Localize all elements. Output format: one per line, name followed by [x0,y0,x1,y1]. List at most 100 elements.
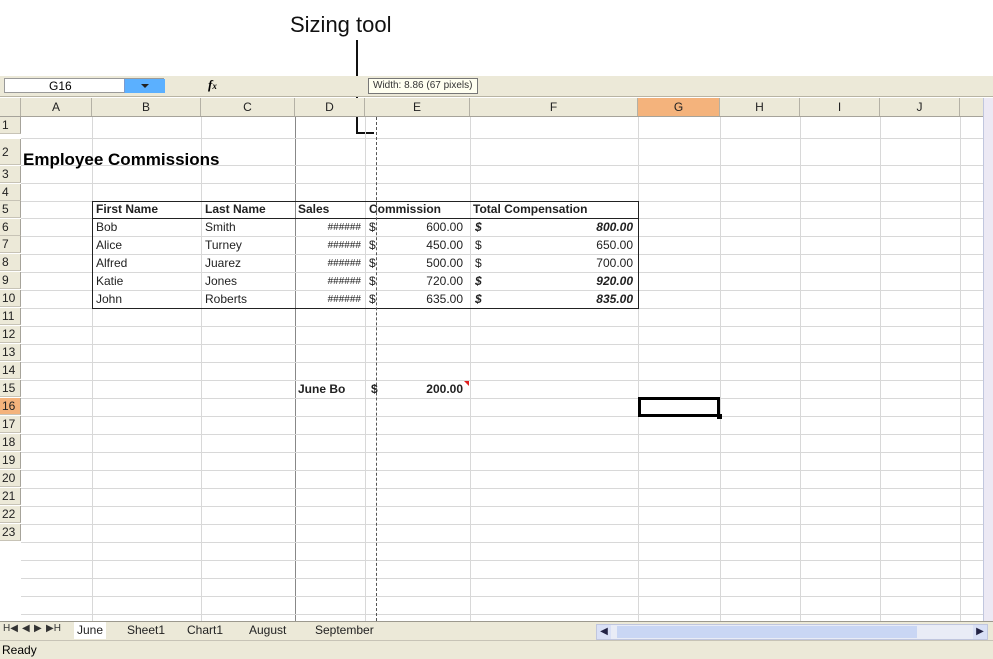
column-header-e[interactable]: E [365,98,470,116]
cell-sales: ###### [327,240,361,251]
status-text: Ready [2,643,37,657]
cell-commission-currency: $ [369,292,376,306]
bonus-label: June Bo [298,382,346,396]
row-header[interactable]: 19 [0,452,21,469]
fx-icon[interactable]: fx [208,77,217,93]
header-total-compensation: Total Compensation [473,202,588,216]
cell-sales: ###### [327,258,361,269]
cell-last-name: Roberts [205,292,248,306]
cell-commission-currency: $ [369,220,376,234]
row-header[interactable]: 22 [0,506,21,523]
cell-total: 800.00 [596,220,633,234]
column-header-b[interactable]: B [92,98,201,116]
scroll-left-icon[interactable]: ◀ [597,625,611,639]
tab-sheet1[interactable]: Sheet1 [124,622,168,639]
cell-total: 700.00 [596,256,633,270]
row-header[interactable]: 18 [0,434,21,451]
row-header[interactable]: 9 [0,272,21,289]
sheet-title: Employee Commissions [23,150,220,169]
name-box-dropdown-icon[interactable] [124,79,165,93]
row-header[interactable]: 7 [0,236,21,253]
cell-total: 920.00 [596,274,633,288]
cell-commission-currency: $ [369,274,376,288]
row-header-selected[interactable]: 16 [0,398,21,415]
row-header[interactable]: 13 [0,344,21,361]
sizing-tool-guide-line [376,117,377,621]
vertical-scrollbar[interactable] [983,98,993,621]
cell-last-name: Juarez [205,256,242,270]
row-header[interactable]: 14 [0,362,21,379]
cell-last-name: Jones [205,274,238,288]
cell-total-currency: $ [475,274,482,288]
prev-sheet-icon[interactable]: ◀ [22,623,30,634]
cell-sales: ###### [327,276,361,287]
name-box-value: G16 [49,79,72,93]
sheet-tab-bar: H◀ ◀ ▶ ▶H June Sheet1 Chart1 August Sept… [0,621,993,640]
cell-commission: 450.00 [426,238,463,252]
column-headers: A B C D E F G H I J [0,98,993,117]
horizontal-scrollbar[interactable]: ◀ ▶ [596,624,988,640]
bonus-value: 200.00 [426,382,463,396]
tab-chart1[interactable]: Chart1 [184,622,226,639]
formula-bar: G16 fx Width: 8.86 (67 pixels) [0,76,993,97]
column-header-d[interactable]: D [295,98,365,116]
row-header[interactable]: 1 [0,117,21,134]
horizontal-scroll-thumb[interactable] [617,626,917,638]
cell-commission: 600.00 [426,220,463,234]
first-sheet-icon[interactable]: H◀ [3,623,18,634]
header-commission: Commission [369,202,442,216]
row-header[interactable]: 10 [0,290,21,307]
fill-handle[interactable] [717,414,722,419]
cell-total-currency: $ [475,292,482,306]
tab-august[interactable]: August [246,622,289,639]
tab-september[interactable]: September [312,622,377,639]
cell-first-name: Alfred [96,256,128,270]
row-header[interactable]: 3 [0,166,21,183]
status-bar: Ready [0,640,993,659]
scroll-right-icon[interactable]: ▶ [973,625,987,639]
row-header[interactable]: 11 [0,308,21,325]
row-header[interactable]: 6 [0,219,21,236]
row-header[interactable]: 4 [0,184,21,201]
cell-total-currency: $ [475,220,482,234]
column-header-f[interactable]: F [470,98,638,116]
row-header[interactable]: 2 [0,139,21,165]
column-header-h[interactable]: H [720,98,800,116]
column-header-g[interactable]: G [638,98,720,116]
sizing-tool-callout: Sizing tool [290,12,392,37]
header-sales: Sales [298,202,330,216]
cell-commission: 720.00 [426,274,463,288]
column-header-i[interactable]: I [800,98,880,116]
cell-first-name: Alice [96,238,123,252]
column-width-tooltip: Width: 8.86 (67 pixels) [368,78,478,94]
row-header[interactable]: 21 [0,488,21,505]
comment-indicator-icon[interactable] [464,381,469,386]
cell-commission: 635.00 [426,292,463,306]
row-header[interactable]: 5 [0,201,21,218]
cell-last-name: Turney [205,238,242,252]
header-first-name: First Name [96,202,159,216]
row-header[interactable]: 8 [0,254,21,271]
row-header[interactable]: 20 [0,470,21,487]
cell-last-name: Smith [205,220,236,234]
active-cell-selection[interactable] [638,397,720,417]
cell-total: 650.00 [596,238,633,252]
next-sheet-icon[interactable]: ▶ [34,623,42,634]
last-sheet-icon[interactable]: ▶H [46,623,61,634]
cell-first-name: Katie [96,274,124,288]
cell-commission-currency: $ [369,238,376,252]
cell-commission-currency: $ [369,256,376,270]
column-header-c[interactable]: C [201,98,295,116]
cell-total: 835.00 [596,292,633,306]
tab-june[interactable]: June [74,622,107,639]
cell-sales: ###### [327,294,361,305]
row-header[interactable]: 15 [0,380,21,397]
column-header-j[interactable]: J [880,98,960,116]
row-header[interactable]: 17 [0,416,21,433]
row-header[interactable]: 12 [0,326,21,343]
cell-grid[interactable]: Employee Commissions First Name Last Nam… [21,117,983,621]
row-header[interactable]: 23 [0,524,21,541]
column-header-a[interactable]: A [21,98,92,116]
select-all-corner[interactable] [0,98,21,116]
header-last-name: Last Name [205,202,266,216]
